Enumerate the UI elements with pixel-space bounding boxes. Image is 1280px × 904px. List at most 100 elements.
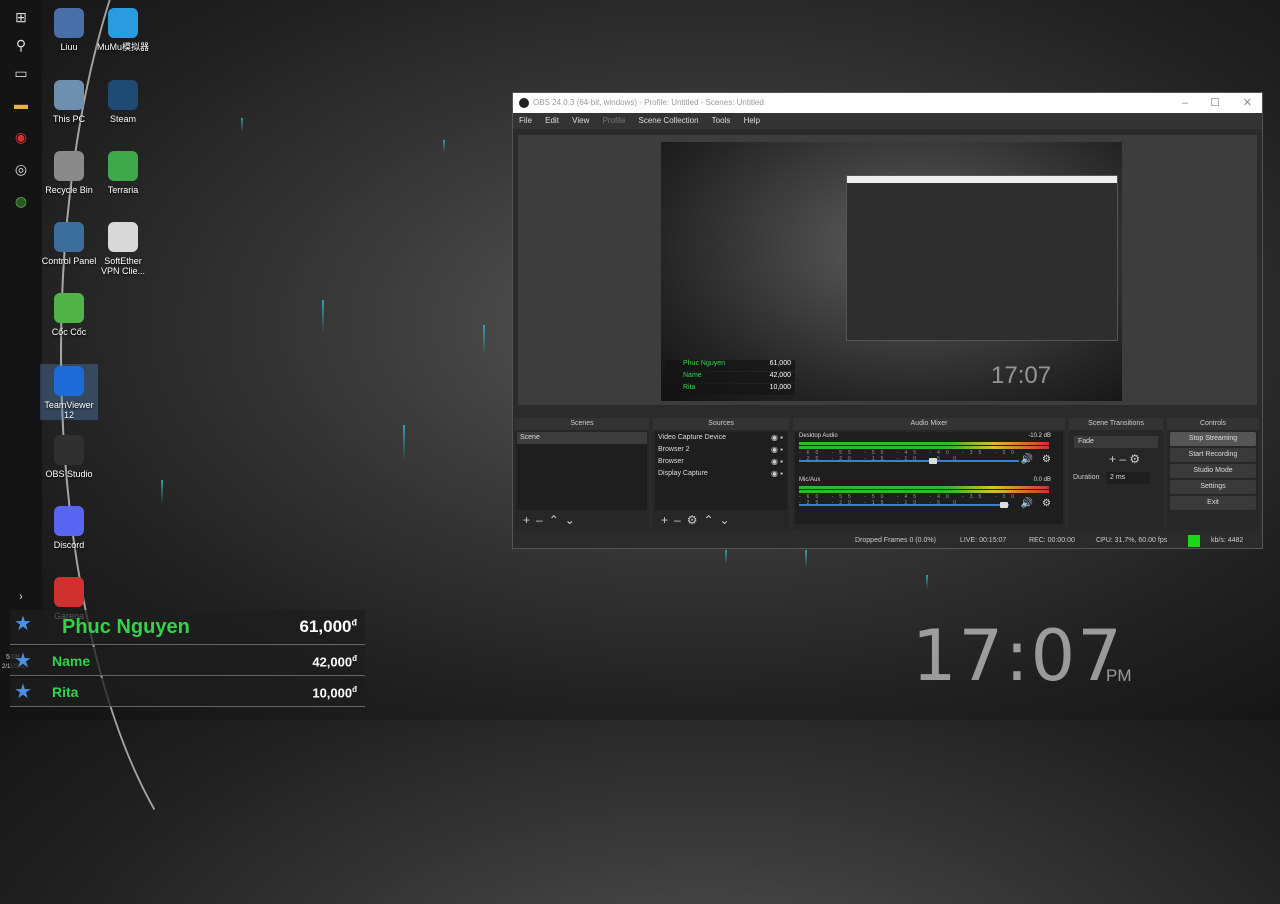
live-indicator (1188, 535, 1200, 547)
user-folder-icon (54, 8, 84, 38)
transition-toolbar: + – ⚙ (1109, 452, 1140, 466)
desktop-icon-label: Terraria (107, 185, 139, 195)
desktop-icon-label: Liuu (60, 42, 78, 52)
scene-item[interactable]: Scene (517, 432, 647, 444)
terraria-icon (108, 151, 138, 181)
desktop-icon[interactable]: Control Panel (40, 222, 98, 266)
controls-title: Controls (1167, 418, 1259, 430)
move-down-icon[interactable]: ⌄ (720, 513, 730, 527)
obs-studio-icon (54, 435, 84, 465)
live-time: LIVE: 00:15:07 (960, 537, 1007, 544)
desktop-icon[interactable]: SoftEther VPN Clie... (94, 222, 152, 276)
remove-icon[interactable]: – (536, 513, 543, 527)
menu-scene-collection[interactable]: Scene Collection (639, 116, 699, 125)
source-item[interactable]: Browser 2 ◉ ▪ (655, 444, 787, 456)
duration-input[interactable]: 2 ms (1107, 472, 1150, 484)
stop-streaming-button[interactable]: Stop Streaming (1170, 432, 1256, 446)
desktop-icon[interactable]: Liuu (40, 8, 98, 52)
coccoc-browser-icon (54, 293, 84, 323)
desktop-icon-label: MuMu模拟器 (96, 42, 149, 52)
remove-icon[interactable]: – (674, 513, 681, 527)
bitrate: kb/s: 4482 (1211, 537, 1244, 544)
menu-view[interactable]: View (572, 116, 589, 125)
desktop-icon[interactable]: MuMu模拟器 (94, 8, 152, 52)
volume-knob[interactable] (1000, 502, 1008, 508)
task-view-icon[interactable]: ▭ (12, 64, 30, 82)
softether-vpn-icon (108, 222, 138, 252)
close-button[interactable]: ✕ (1243, 93, 1252, 113)
star-badge-icon: ★ (14, 650, 32, 672)
desktop-icon[interactable]: This PC (40, 80, 98, 124)
obs-window: OBS 24.0.3 (64-bit, windows) - Profile: … (512, 92, 1263, 549)
desktop-icon-label: Steam (109, 114, 136, 124)
menu-edit[interactable]: Edit (545, 116, 559, 125)
volume-slider[interactable] (799, 460, 1019, 462)
menu-file[interactable]: File (519, 116, 532, 125)
file-explorer-icon[interactable]: ▬ (12, 95, 30, 113)
gear-icon[interactable]: ⚙ (1129, 452, 1140, 466)
gear-icon[interactable]: ⚙ (1042, 498, 1051, 509)
speaker-icon[interactable]: 🔊 (1021, 454, 1033, 465)
obs-icon[interactable]: ◎ (12, 160, 30, 178)
transition-select[interactable]: Fade (1074, 436, 1158, 448)
exit-button[interactable]: Exit (1170, 496, 1256, 510)
audio-level-meter (799, 442, 1049, 445)
desktop-icon[interactable]: Recycle Bin (40, 151, 98, 195)
visibility-lock-icon[interactable]: ◉ ▪ (771, 468, 783, 480)
add-icon[interactable]: + (661, 513, 668, 527)
desktop-icon[interactable]: TeamViewer 12 (40, 364, 98, 420)
move-up-icon[interactable]: ⌃ (549, 513, 559, 527)
gear-icon[interactable]: ⚙ (687, 513, 698, 527)
maximize-button[interactable]: ☐ (1210, 93, 1220, 113)
donation-row: ★ Name 42,000đ (10, 647, 365, 676)
menu-help[interactable]: Help (744, 116, 760, 125)
speaker-icon[interactable]: 🔊 (1021, 498, 1033, 509)
move-up-icon[interactable]: ⌃ (703, 513, 713, 527)
donation-overlay: ★ Phuc Nguyen 61,000đ ★ Name 42,000đ ★ R… (10, 610, 365, 709)
move-down-icon[interactable]: ⌄ (565, 513, 575, 527)
desktop-icon[interactable]: Discord (40, 506, 98, 550)
cpu-fps: CPU: 31.7%, 60.00 fps (1096, 537, 1168, 544)
preview-canvas[interactable]: Phuc Nguyen 61,000 Name 42,000 Rita 10,000 … (661, 142, 1122, 401)
desktop-icon[interactable]: OBS Studio (40, 435, 98, 479)
visibility-lock-icon[interactable]: ◉ ▪ (771, 456, 783, 468)
visibility-lock-icon[interactable]: ◉ ▪ (771, 432, 783, 444)
source-item[interactable]: Browser ◉ ▪ (655, 456, 787, 468)
volume-knob[interactable] (929, 458, 937, 464)
preview-area: Phuc Nguyen 61,000 Name 42,000 Rita 10,000 … (518, 135, 1257, 405)
add-icon[interactable]: + (1109, 452, 1116, 466)
garena-icon[interactable]: ◉ (12, 128, 30, 146)
donor-name: Phuc Nguyen (62, 616, 190, 638)
gear-icon[interactable]: ⚙ (1042, 454, 1051, 465)
control-panel-icon (54, 222, 84, 252)
desktop-clock: 17:07 (912, 615, 1124, 697)
settings-button[interactable]: Settings (1170, 480, 1256, 494)
recycle-bin-icon (54, 151, 84, 181)
desktop-clock-ampm: PM (1106, 666, 1132, 685)
mumu-player-icon (108, 8, 138, 38)
chevron-right-icon[interactable]: › (12, 588, 30, 606)
audio-mixer-title: Audio Mixer (793, 418, 1065, 430)
preview-donation-overlay: Phuc Nguyen 61,000 Name 42,000 Rita 10,000 (665, 360, 795, 396)
desktop-icon[interactable]: Terraria (94, 151, 152, 195)
search-icon[interactable]: ⚲ (12, 36, 30, 54)
computer-icon (54, 80, 84, 110)
desktop-icon[interactable]: Cốc Cốc (40, 293, 98, 337)
volume-slider[interactable] (799, 504, 1009, 506)
start-recording-button[interactable]: Start Recording (1170, 448, 1256, 462)
scene-transitions-dock: Scene Transitions Fade + – ⚙ Duration 2 … (1069, 418, 1163, 530)
remove-icon[interactable]: – (1119, 452, 1126, 466)
sources-toolbar: + – ⚙ ⌃ ⌄ (661, 513, 736, 527)
menu-profile[interactable]: Profile (603, 116, 626, 125)
source-item[interactable]: Video Capture Device ◉ ▪ (655, 432, 787, 444)
add-icon[interactable]: + (523, 513, 530, 527)
coccoc-icon[interactable]: ◍ (12, 192, 30, 210)
menu-tools[interactable]: Tools (712, 116, 731, 125)
visibility-lock-icon[interactable]: ◉ ▪ (771, 444, 783, 456)
obs-title-bar[interactable]: OBS 24.0.3 (64-bit, windows) - Profile: … (513, 93, 1262, 113)
studio-mode-button[interactable]: Studio Mode (1170, 464, 1256, 478)
source-item[interactable]: Display Capture ◉ ▪ (655, 468, 787, 480)
windows-start-icon[interactable]: ⊞ (12, 8, 30, 26)
minimize-button[interactable]: – (1182, 93, 1188, 113)
desktop-icon[interactable]: Steam (94, 80, 152, 124)
